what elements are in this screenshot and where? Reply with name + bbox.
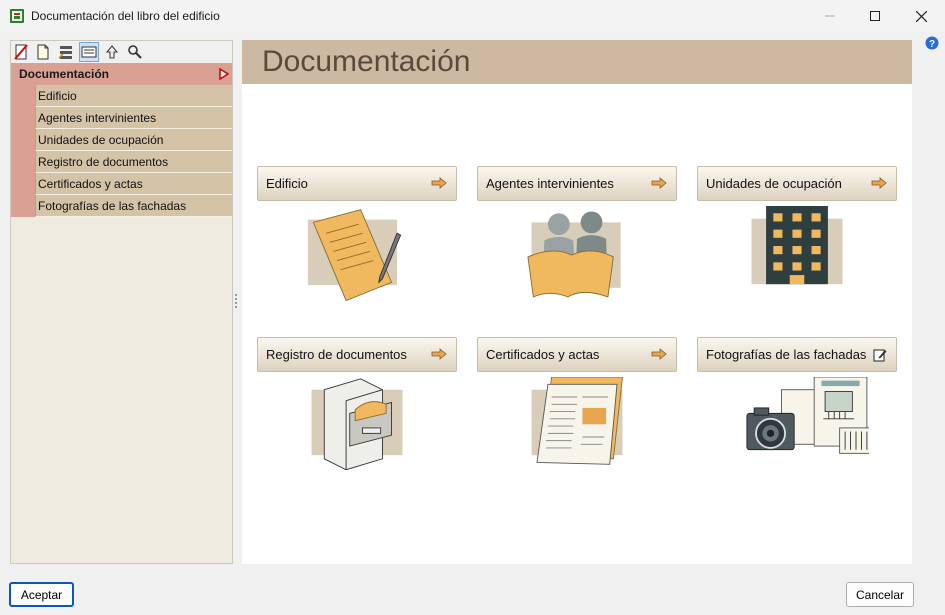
list-button[interactable]: [56, 42, 76, 62]
main-header: Documentación: [242, 40, 912, 84]
tree-item-label: Registro de documentos: [35, 151, 232, 173]
card-label: Edificio: [266, 176, 308, 191]
search-button[interactable]: [125, 42, 145, 62]
navigation-panel: Documentación Edificio Agentes intervini…: [10, 40, 233, 564]
search-icon: [128, 45, 142, 59]
minimize-button[interactable]: [807, 0, 853, 32]
fotografias-button[interactable]: Fotografías de las fachadas: [697, 337, 897, 372]
unidades-button[interactable]: Unidades de ocupación: [697, 166, 897, 201]
title-bar: Documentación del libro del edificio: [0, 0, 945, 32]
tree-root-label: Documentación: [19, 67, 110, 81]
edificio-button[interactable]: Edificio: [257, 166, 457, 201]
new-document-icon: [37, 44, 49, 60]
certificados-button[interactable]: Certificados y actas: [477, 337, 677, 372]
expand-arrow-icon: [219, 68, 229, 80]
tree-item-label: Certificados y actas: [35, 173, 232, 195]
svg-text:?: ?: [929, 39, 935, 50]
arrow-right-icon: [871, 177, 887, 189]
page-title: Documentación: [262, 45, 471, 78]
tree-item-label: Fotografías de las fachadas: [35, 195, 232, 217]
edit-icon: [873, 349, 887, 362]
signing-document-picture: [307, 209, 402, 302]
file-cabinet-picture: [311, 378, 403, 471]
form-view-button[interactable]: [79, 42, 99, 62]
card-label: Unidades de ocupación: [706, 176, 842, 191]
document-tree: Documentación Edificio Agentes intervini…: [11, 63, 232, 217]
registro-button[interactable]: Registro de documentos: [257, 337, 457, 372]
tree-item-label: Unidades de ocupación: [35, 129, 232, 151]
tree-item-label: Edificio: [35, 85, 232, 107]
tree-item-certificados[interactable]: Certificados y actas: [11, 173, 232, 195]
arrow-right-icon: [431, 177, 447, 189]
tree-item-registro[interactable]: Registro de documentos: [11, 151, 232, 173]
form-view-icon: [81, 46, 97, 58]
panel-splitter[interactable]: [235, 294, 238, 308]
tree-root-documentacion[interactable]: Documentación: [11, 63, 232, 85]
arrow-right-icon: [431, 348, 447, 360]
tree-item-label: Agentes intervinientes: [35, 107, 232, 129]
arrow-right-icon: [651, 348, 667, 360]
tree-item-agentes[interactable]: Agentes intervinientes: [11, 107, 232, 129]
cancel-button[interactable]: Cancelar: [846, 582, 914, 607]
window-title: Documentación del libro del edificio: [31, 9, 220, 23]
tree-item-edificio[interactable]: Edificio: [11, 85, 232, 107]
arrow-right-icon: [651, 177, 667, 189]
help-icon[interactable]: ?: [925, 36, 939, 50]
camera-facade-picture: [746, 377, 869, 454]
agentes-button[interactable]: Agentes intervinientes: [477, 166, 677, 201]
list-icon: [58, 46, 72, 59]
tree-item-fotografias[interactable]: Fotografías de las fachadas: [11, 195, 232, 217]
app-icon: [10, 9, 24, 23]
card-label: Fotografías de las fachadas: [706, 347, 867, 362]
minimize-icon: [825, 15, 835, 17]
close-icon: [915, 10, 927, 22]
nav-toolbar: [11, 41, 232, 63]
people-picture: [527, 211, 621, 298]
maximize-icon: [870, 11, 880, 21]
maximize-button[interactable]: [852, 0, 898, 32]
upload-button[interactable]: [102, 42, 122, 62]
card-label: Agentes intervinientes: [486, 176, 614, 191]
tree-item-unidades[interactable]: Unidades de ocupación: [11, 129, 232, 151]
certificate-picture: [531, 377, 623, 465]
no-document-button[interactable]: [11, 42, 31, 62]
card-label: Registro de documentos: [266, 347, 407, 362]
building-picture: [751, 206, 843, 285]
main-panel: Documentación Edificio Agentes intervini…: [242, 40, 912, 564]
close-button[interactable]: [898, 0, 944, 32]
upload-icon: [105, 45, 119, 59]
card-label: Certificados y actas: [486, 347, 600, 362]
accept-button[interactable]: Aceptar: [9, 582, 74, 607]
no-document-icon: [14, 44, 28, 60]
new-document-button[interactable]: [33, 42, 53, 62]
